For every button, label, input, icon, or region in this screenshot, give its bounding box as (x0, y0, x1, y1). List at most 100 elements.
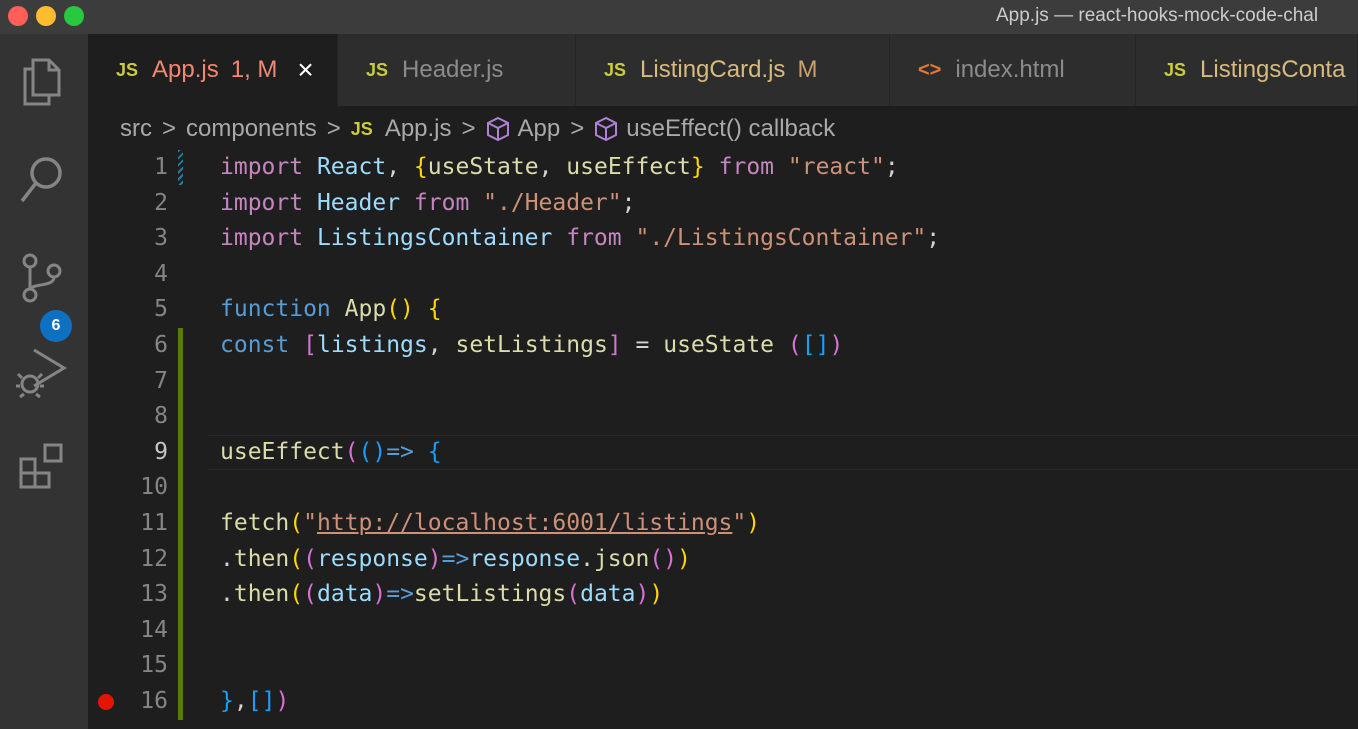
code-text: .then((response)=>response.json()) (220, 545, 691, 572)
line-number: 6 (154, 332, 168, 358)
code-line[interactable]: 12 .then((response)=>response.json()) (88, 541, 1358, 578)
line-number: 7 (154, 367, 168, 394)
explorer-icon[interactable] (14, 54, 70, 110)
code-line[interactable]: 2 import Header from "./Header"; (88, 186, 1358, 222)
javascript-file-icon: JS (366, 59, 389, 80)
code-line[interactable]: 3 import ListingsContainer from "./Listin… (88, 221, 1358, 257)
code-text: useEffect(()=> { (220, 438, 442, 465)
gutter-added-marker (178, 328, 183, 364)
gutter-added-marker (178, 541, 183, 578)
source-control-icon[interactable] (14, 250, 70, 306)
tab-index-html[interactable]: <> index.html (890, 34, 1136, 106)
javascript-file-icon: JS (604, 59, 627, 80)
line-number: 4 (154, 260, 168, 287)
breadcrumb-item-src[interactable]: src (120, 115, 152, 143)
code-text: function App() { (220, 296, 442, 323)
code-line[interactable]: 5 function App() { (88, 292, 1358, 328)
line-number: 13 (140, 581, 168, 608)
tab-app-js[interactable]: JS App.js 1, M × (88, 34, 338, 106)
line-number: 16 (140, 688, 168, 714)
close-icon[interactable]: × (297, 54, 313, 86)
chevron-right-icon: > (570, 115, 585, 142)
tab-label: index.html (955, 56, 1065, 83)
tab-label: App.js (152, 56, 219, 83)
gutter-added-marker (178, 470, 183, 506)
javascript-file-icon: JS (1164, 59, 1187, 80)
line-number: 8 (154, 403, 168, 430)
code-line[interactable]: 15 (88, 648, 1358, 684)
tab-label: ListingsConta (1200, 56, 1346, 83)
line-number: 10 (140, 474, 168, 501)
line-number: 11 (140, 510, 168, 536)
tab-header-js[interactable]: JS Header.js (338, 34, 576, 106)
gutter-change-marker (178, 150, 183, 185)
gutter-added-marker (178, 399, 183, 435)
line-number: 5 (154, 296, 168, 323)
code-line[interactable]: 10 (88, 470, 1358, 506)
gutter-added-marker (178, 363, 183, 400)
javascript-file-icon: JS (350, 118, 373, 139)
tab-status: 1, M (230, 56, 278, 83)
chevron-right-icon: > (162, 115, 177, 142)
code-line[interactable]: 13 .then((data)=>setListings(data)) (88, 577, 1358, 613)
code-text: },[]) (220, 688, 290, 714)
gutter-added-marker (178, 612, 183, 649)
gutter-added-marker (178, 648, 183, 684)
window-title: App.js — react-hooks-mock-code-chal (996, 5, 1319, 26)
activity-bar: 6 (0, 34, 88, 729)
tab-status: M (797, 56, 818, 83)
close-window-button[interactable] (8, 6, 28, 26)
tab-label: ListingCard.js (640, 56, 786, 83)
line-number: 15 (140, 652, 168, 679)
maximize-window-button[interactable] (64, 6, 84, 26)
code-line[interactable]: 7 (88, 363, 1358, 400)
gutter-added-marker (178, 506, 183, 542)
code-text: import ListingsContainer from "./Listing… (220, 225, 941, 252)
code-text: fetch("http://localhost:6001/listings") (220, 510, 761, 536)
line-number: 1 (154, 154, 168, 180)
line-number: 12 (140, 545, 168, 572)
gutter-added-marker (178, 684, 183, 720)
code-line[interactable]: 6 const [listings, setListings] = useStat… (88, 328, 1358, 364)
line-number: 14 (140, 616, 168, 643)
extensions-icon[interactable] (14, 438, 70, 494)
chevron-right-icon: > (461, 115, 476, 142)
symbol-method-icon (594, 116, 618, 142)
line-number: 9 (154, 438, 168, 465)
code-line[interactable]: 9 useEffect(()=> { (88, 434, 1358, 471)
code-line[interactable]: 11 fetch("http://localhost:6001/listings"… (88, 506, 1358, 542)
html-file-icon: <> (918, 58, 942, 81)
breadcrumb-item-components[interactable]: components (186, 115, 317, 143)
tab-listingscontainer-js[interactable]: JS ListingsConta (1136, 34, 1358, 106)
code-line[interactable]: 14 (88, 612, 1358, 649)
breadcrumb-item-callback[interactable]: useEffect() callback (626, 115, 835, 143)
breadcrumb-item-file[interactable]: App.js (385, 115, 452, 143)
code-line[interactable]: 4 (88, 257, 1358, 293)
code-text: import React, {useState, useEffect} from… (220, 154, 899, 180)
editor-tabs: JS App.js 1, M × JS Header.js JS Listing… (88, 34, 1358, 106)
symbol-method-icon (486, 116, 510, 142)
gutter-added-marker (178, 577, 183, 613)
title-bar: App.js — react-hooks-mock-code-chal (0, 0, 1358, 34)
code-text: .then((data)=>setListings(data)) (220, 581, 664, 608)
javascript-file-icon: JS (116, 59, 139, 80)
search-icon[interactable] (14, 152, 70, 208)
code-text: import Header from "./Header"; (220, 189, 636, 216)
code-line[interactable]: 16 },[]) (88, 684, 1358, 720)
line-number: 3 (154, 225, 168, 252)
chevron-right-icon: > (326, 115, 341, 142)
breadcrumb-item-app[interactable]: App (518, 115, 561, 143)
tab-listingcard-js[interactable]: JS ListingCard.js M (576, 34, 890, 106)
code-line[interactable]: 1 import React, {useState, useEffect} fro… (88, 150, 1358, 186)
code-text: const [listings, setListings] = useState… (220, 332, 844, 358)
run-debug-icon[interactable] (14, 344, 70, 400)
gutter-added-marker (178, 434, 183, 471)
minimize-window-button[interactable] (36, 6, 56, 26)
code-line[interactable]: 8 (88, 399, 1358, 435)
breadcrumb: src > components > JS App.js > App > use… (120, 112, 835, 146)
vscode-window: App.js — react-hooks-mock-code-chal 6 JS… (0, 0, 1358, 729)
code-editor[interactable]: 1 import React, {useState, useEffect} fro… (88, 150, 1358, 729)
window-controls (8, 6, 84, 26)
tab-label: Header.js (402, 56, 504, 83)
line-number: 2 (154, 189, 168, 216)
